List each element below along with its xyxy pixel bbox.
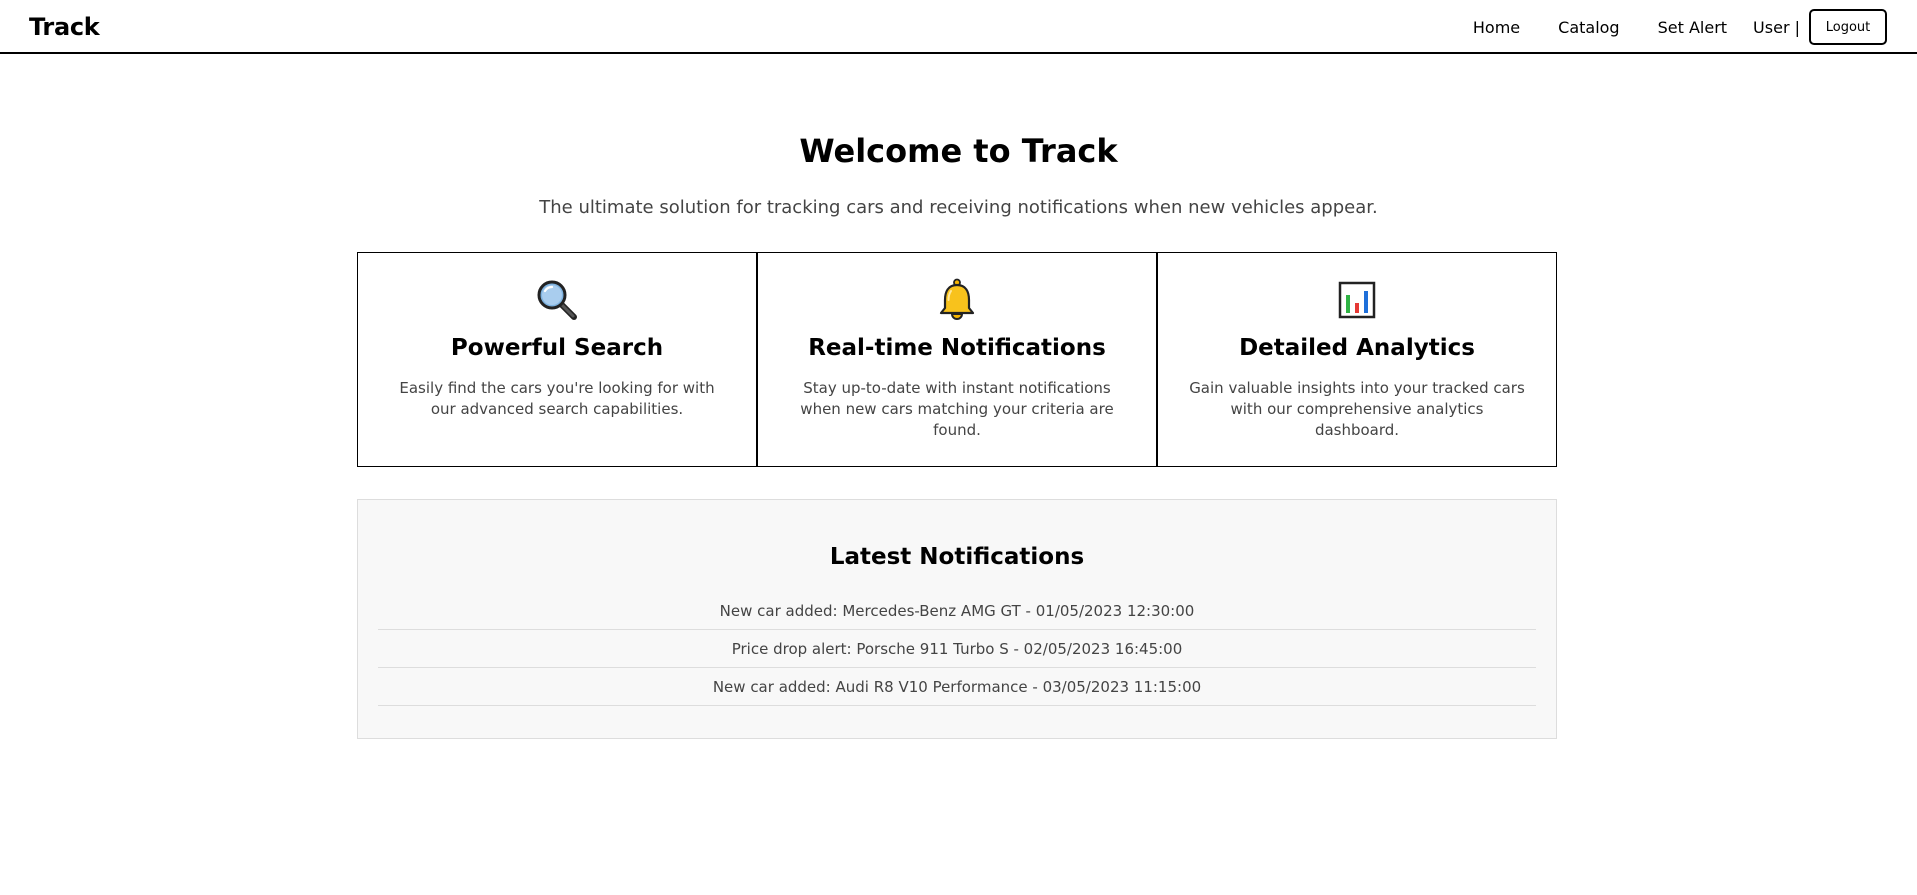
nav-link-home[interactable]: Home [1473, 18, 1520, 37]
feature-card-search: Powerful Search Easily find the cars you… [357, 252, 757, 467]
notification-item: Price drop alert: Porsche 911 Turbo S - … [378, 630, 1536, 668]
page-title: Welcome to Track [799, 132, 1118, 170]
bell-icon [758, 277, 1156, 323]
feature-title: Detailed Analytics [1239, 335, 1475, 361]
feature-title: Real-time Notifications [808, 335, 1106, 361]
logout-button[interactable]: Logout [1809, 9, 1887, 45]
nav-links: Home Catalog Set Alert User | Logout [1473, 9, 1887, 45]
notification-item: New car added: Mercedes-Benz AMG GT - 01… [378, 592, 1536, 630]
feature-description: Gain valuable insights into your tracked… [1189, 379, 1525, 439]
nav-link-set-alert[interactable]: Set Alert [1658, 18, 1727, 37]
bar-chart-icon [1158, 277, 1556, 323]
top-navbar: Track Home Catalog Set Alert User | Logo… [0, 0, 1917, 54]
user-label: User | [1753, 17, 1800, 37]
notification-item: New car added: Audi R8 V10 Performance -… [378, 668, 1536, 706]
brand-logo-link[interactable]: Track [29, 13, 100, 41]
features-section: Powerful Search Easily find the cars you… [357, 252, 1557, 467]
nav-link-catalog[interactable]: Catalog [1558, 18, 1619, 37]
notifications-title: Latest Notifications [829, 544, 1085, 570]
feature-card-notifications: Real-time Notifications Stay up-to-date … [757, 252, 1157, 467]
feature-card-analytics: Detailed Analytics Gain valuable insight… [1157, 252, 1557, 467]
feature-description: Easily find the cars you're looking for … [399, 379, 715, 418]
notifications-list: New car added: Mercedes-Benz AMG GT - 01… [378, 592, 1536, 706]
page-subtitle: The ultimate solution for tracking cars … [539, 197, 1378, 218]
latest-notifications-panel: Latest Notifications New car added: Merc… [357, 499, 1557, 739]
feature-description: Stay up-to-date with instant notificatio… [800, 379, 1114, 439]
feature-title: Powerful Search [450, 335, 664, 361]
magnifying-glass-icon [358, 277, 756, 323]
